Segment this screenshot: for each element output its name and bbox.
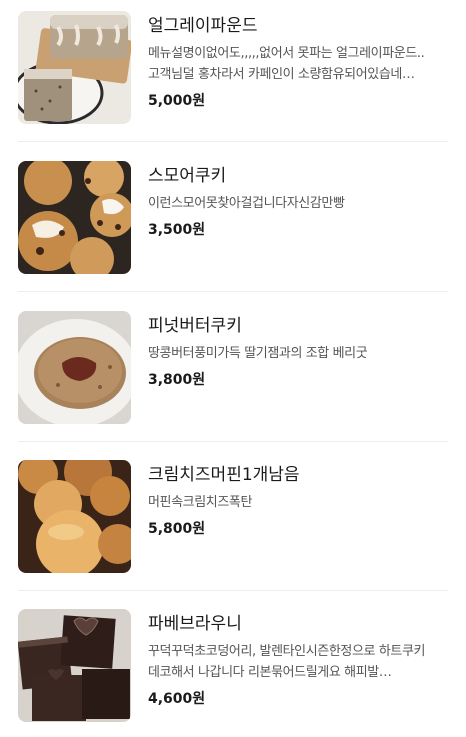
divider xyxy=(18,291,448,292)
menu-item-name: 스모어쿠키 xyxy=(148,166,227,186)
menu-item-info: 얼그레이파운드 메뉴설명이없어도,,,,,없어서 못파는 얼그레이파운드.. 고… xyxy=(148,15,448,111)
menu-item-image xyxy=(18,11,131,124)
menu-item-description: 꾸덕꾸덕초코덩어리, 발렌타인시즌한정으로 하트쿠키 데코해서 나갑니다 리본묶… xyxy=(148,644,426,680)
divider xyxy=(18,441,448,442)
menu-item-info: 크림치즈머핀1개남음 머핀속크림치즈폭탄 5,800원 xyxy=(148,464,448,539)
menu-item-price: 5,800원 xyxy=(148,521,206,537)
menu-item-description: 이런스모어못찾아걸겁니다자신감만빵 xyxy=(148,196,345,211)
menu-item-image xyxy=(18,161,131,274)
divider xyxy=(18,590,448,591)
menu-item-description: 메뉴설명이없어도,,,,,없어서 못파는 얼그레이파운드.. 고객님덜 홍차라서… xyxy=(148,46,425,82)
menu-item-image xyxy=(18,609,131,722)
menu-item-price: 3,500원 xyxy=(148,222,206,238)
menu-item-name: 피넛버터쿠키 xyxy=(148,316,242,336)
menu-item[interactable]: 피넛버터쿠키 땅콩버터풍미가득 딸기잼과의 조합 베리굿 3,800원 xyxy=(18,311,448,425)
menu-item[interactable]: 얼그레이파운드 메뉴설명이없어도,,,,,없어서 못파는 얼그레이파운드.. 고… xyxy=(18,11,448,125)
menu-item-info: 피넛버터쿠키 땅콩버터풍미가득 딸기잼과의 조합 베리굿 3,800원 xyxy=(148,315,448,390)
menu-item-description: 땅콩버터풍미가득 딸기잼과의 조합 베리굿 xyxy=(148,346,368,361)
menu-item[interactable]: 크림치즈머핀1개남음 머핀속크림치즈폭탄 5,800원 xyxy=(18,460,448,574)
menu-item-name: 얼그레이파운드 xyxy=(148,16,258,36)
menu-item-price: 3,800원 xyxy=(148,372,206,388)
menu-item[interactable]: 스모어쿠키 이런스모어못찾아걸겁니다자신감만빵 3,500원 xyxy=(18,161,448,275)
menu-item-info: 파베브라우니 꾸덕꾸덕초코덩어리, 발렌타인시즌한정으로 하트쿠키 데코해서 나… xyxy=(148,613,448,709)
menu-item-image xyxy=(18,460,131,573)
menu-item-description: 머핀속크림치즈폭탄 xyxy=(148,495,253,510)
divider xyxy=(18,141,448,142)
menu-item-price: 5,000원 xyxy=(148,93,206,109)
menu-item-name: 크림치즈머핀1개남음 xyxy=(148,465,300,485)
menu-item-info: 스모어쿠키 이런스모어못찾아걸겁니다자신감만빵 3,500원 xyxy=(148,165,448,240)
menu-item-image xyxy=(18,311,131,424)
menu-item-name: 파베브라우니 xyxy=(148,614,242,634)
menu-item-price: 4,600원 xyxy=(148,691,206,707)
menu-item[interactable]: 파베브라우니 꾸덕꾸덕초코덩어리, 발렌타인시즌한정으로 하트쿠키 데코해서 나… xyxy=(18,609,448,723)
